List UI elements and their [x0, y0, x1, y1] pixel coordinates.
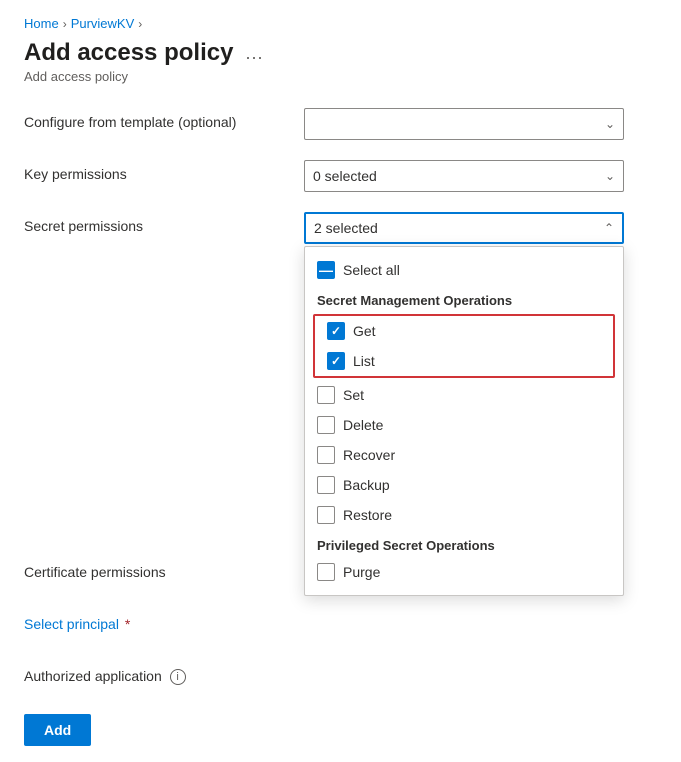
get-checkmark-icon: ✓ [331, 325, 341, 337]
page-header: Add access policy ... Add access policy [0, 39, 681, 92]
purge-checkbox[interactable] [317, 563, 335, 581]
secret-permissions-control: 2 selected ⌃ ― Select all Secret Managem… [304, 212, 657, 244]
breadcrumb-sep-2: › [138, 17, 142, 31]
page-subtitle: Add access policy [24, 69, 657, 84]
delete-item[interactable]: Delete [305, 410, 623, 440]
select-all-label: Select all [343, 262, 400, 278]
purge-item[interactable]: Purge [305, 557, 623, 587]
list-label: List [353, 353, 375, 369]
select-principal-label: Select principal * [24, 610, 304, 632]
list-checkbox[interactable]: ✓ [327, 352, 345, 370]
breadcrumb-home[interactable]: Home [24, 16, 59, 31]
authorized-application-text: Authorized application [24, 668, 162, 684]
secret-permissions-value: 2 selected [314, 220, 378, 236]
secret-permissions-dropdown[interactable]: 2 selected ⌃ [304, 212, 624, 244]
select-principal-row: Select principal * [24, 610, 657, 646]
purge-label: Purge [343, 564, 380, 580]
add-button-row: Add [24, 714, 657, 746]
key-permissions-chevron-icon: ⌄ [605, 169, 615, 183]
page-title-row: Add access policy ... [24, 39, 657, 67]
secret-permissions-row: Secret permissions 2 selected ⌃ ― Select… [24, 212, 657, 248]
configure-template-control: ⌄ [304, 108, 657, 140]
configure-template-dropdown[interactable]: ⌄ [304, 108, 624, 140]
ellipsis-button[interactable]: ... [241, 43, 267, 64]
highlighted-selections: ✓ Get ✓ List [313, 314, 615, 378]
form-section: Configure from template (optional) ⌄ Key… [0, 92, 681, 762]
authorized-application-row: Authorized application i [24, 662, 657, 698]
select-all-checkbox[interactable]: ― [317, 261, 335, 279]
configure-template-row: Configure from template (optional) ⌄ [24, 108, 657, 144]
breadcrumb: Home › PurviewKV › [0, 0, 681, 39]
list-item[interactable]: ✓ List [315, 346, 613, 376]
privileged-secret-header: Privileged Secret Operations [305, 530, 623, 557]
key-permissions-value: 0 selected [313, 168, 377, 184]
set-label: Set [343, 387, 364, 403]
secret-permissions-chevron-icon: ⌃ [604, 221, 614, 235]
key-permissions-dropdown[interactable]: 0 selected ⌄ [304, 160, 624, 192]
recover-checkbox[interactable] [317, 446, 335, 464]
backup-item[interactable]: Backup [305, 470, 623, 500]
get-item[interactable]: ✓ Get [315, 316, 613, 346]
recover-item[interactable]: Recover [305, 440, 623, 470]
configure-template-chevron-icon: ⌄ [605, 117, 615, 131]
restore-label: Restore [343, 507, 392, 523]
info-icon[interactable]: i [170, 669, 186, 685]
recover-label: Recover [343, 447, 395, 463]
breadcrumb-sep-1: › [63, 17, 67, 31]
required-star: * [125, 616, 130, 632]
certificate-permissions-label: Certificate permissions [24, 558, 304, 580]
key-permissions-control: 0 selected ⌄ [304, 160, 657, 192]
list-checkmark-icon: ✓ [331, 355, 341, 367]
partial-mark-icon: ― [319, 263, 333, 277]
backup-checkbox[interactable] [317, 476, 335, 494]
add-button[interactable]: Add [24, 714, 91, 746]
authorized-application-label: Authorized application i [24, 662, 304, 685]
configure-template-label: Configure from template (optional) [24, 108, 304, 130]
get-checkbox[interactable]: ✓ [327, 322, 345, 340]
restore-item[interactable]: Restore [305, 500, 623, 530]
set-item[interactable]: Set [305, 380, 623, 410]
get-label: Get [353, 323, 376, 339]
delete-checkbox[interactable] [317, 416, 335, 434]
restore-checkbox[interactable] [317, 506, 335, 524]
secret-management-header: Secret Management Operations [305, 285, 623, 312]
breadcrumb-purviewkv[interactable]: PurviewKV [71, 16, 135, 31]
select-principal-link[interactable]: Select principal [24, 616, 119, 632]
select-all-item[interactable]: ― Select all [305, 255, 623, 285]
key-permissions-row: Key permissions 0 selected ⌄ [24, 160, 657, 196]
secret-permissions-panel: ― Select all Secret Management Operation… [304, 246, 624, 596]
secret-permissions-label: Secret permissions [24, 212, 304, 234]
backup-label: Backup [343, 477, 390, 493]
page-title-text: Add access policy [24, 39, 233, 67]
delete-label: Delete [343, 417, 383, 433]
key-permissions-label: Key permissions [24, 160, 304, 182]
set-checkbox[interactable] [317, 386, 335, 404]
